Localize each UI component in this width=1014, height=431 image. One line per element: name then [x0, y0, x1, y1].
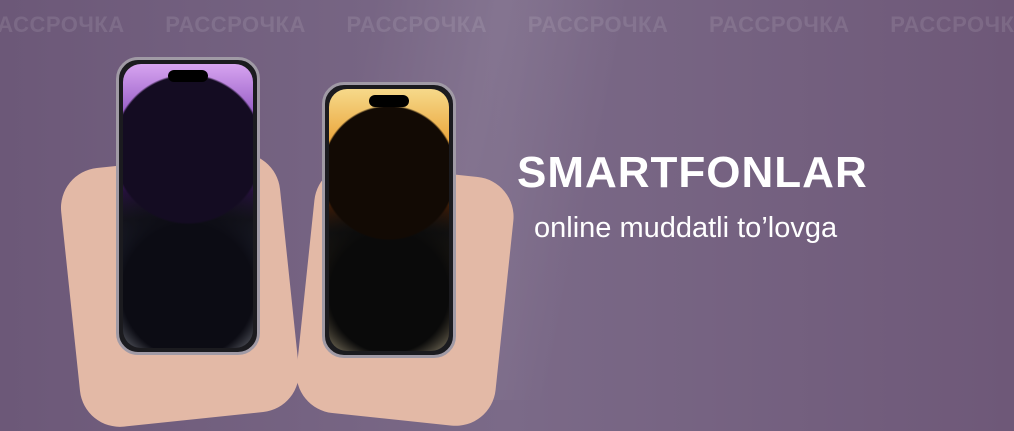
banner-title: SMARTFONLAR [517, 148, 868, 197]
watermark-text: РАССРОЧКА [890, 12, 1014, 37]
phone-screen [123, 64, 253, 348]
watermark-text: РАССРОЧКА [709, 12, 850, 37]
phone-purple [116, 57, 260, 355]
watermark-text: РАССРОЧКА [527, 12, 669, 37]
banner-subtitle: online muddatli to’lovga [534, 212, 838, 244]
watermark-text: РАССРОЧКА [346, 12, 488, 37]
phone-screen [329, 89, 449, 351]
watermark-text: РАССРОЧКА [165, 12, 306, 37]
watermark-row: РАССРОЧКА РАССРОЧКА РАССРОЧКА РАССРОЧКА … [0, 12, 1014, 38]
watermark-text: РАССРОЧКА [0, 12, 125, 37]
dynamic-island [168, 70, 208, 82]
phone-gold [322, 82, 456, 358]
dynamic-island [369, 95, 409, 107]
